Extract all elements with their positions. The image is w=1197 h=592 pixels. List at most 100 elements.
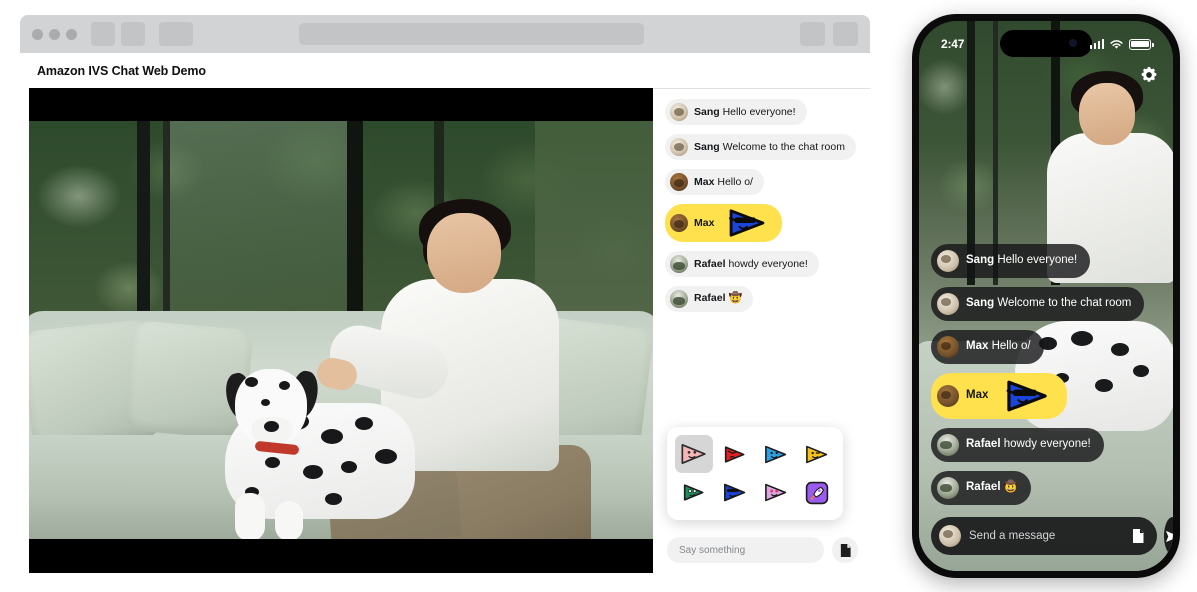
avatar [670, 255, 688, 273]
sticker-option-blue-sunglasses-play[interactable] [716, 474, 754, 512]
cellular-bars-icon [1089, 39, 1104, 49]
chat-message: Sang Hello everyone! [931, 244, 1091, 278]
chat-message-sticker: Max [665, 204, 783, 242]
chat-message-user: Max [694, 216, 715, 229]
window-close-button[interactable] [32, 28, 43, 40]
sticker-option-purple-rocket[interactable] [798, 474, 836, 512]
chat-message-user: Rafael [694, 257, 726, 270]
chat-message-user: Sang [966, 254, 995, 267]
chat-message-text: Max [694, 217, 714, 230]
sticker-option-green-money-play[interactable] [675, 474, 713, 512]
status-time: 2:47 [941, 37, 965, 51]
sticker-option-red-angry-play[interactable] [716, 435, 754, 473]
sticker-option-pink-smile-play[interactable] [674, 435, 713, 474]
phone-device: 2:47 Sang Hello everyone! Sang Welcome t… [912, 14, 1180, 578]
avatar [937, 336, 959, 358]
avatar [670, 214, 688, 232]
avatar [670, 290, 688, 308]
avatar [670, 103, 688, 121]
browser-extensions-button[interactable] [800, 22, 825, 46]
screenshot-root: Amazon IVS Chat Web Demo Sang Hello ever… [0, 0, 1197, 592]
phone-chat-composer [931, 517, 1173, 555]
chat-message-body: howdy everyone! [728, 257, 808, 270]
video-scene [29, 121, 653, 539]
dog-nose [264, 421, 279, 432]
chat-message-emoji: 🤠 [728, 292, 743, 305]
sticker-option-pink-hearts-play[interactable] [757, 474, 795, 512]
avatar [937, 385, 959, 407]
chat-message-list: Sang Hello everyone! Sang Welcome to the… [665, 99, 862, 312]
status-icons [1089, 38, 1154, 50]
browser-back-button[interactable] [91, 22, 115, 46]
video-column [20, 88, 653, 575]
chat-message-body: Hello o/ [717, 175, 753, 188]
sticker-picker-panel[interactable] [667, 427, 843, 520]
avatar [670, 173, 688, 191]
window-maximize-button[interactable] [66, 28, 77, 40]
chat-message: Sang Welcome to the chat room [931, 287, 1145, 321]
chat-message-user: Max [966, 389, 989, 402]
chat-message: Sang Hello everyone! [665, 99, 807, 125]
chat-message-emoji: 🤠 [1003, 481, 1019, 494]
blue-sunglasses-play-icon [1003, 379, 1051, 413]
chat-message-user: Sang [694, 140, 720, 153]
chat-message-text: Rafael howdy everyone! [966, 438, 1091, 451]
avatar [939, 525, 961, 547]
gear-icon [1141, 67, 1157, 82]
address-bar[interactable] [299, 23, 644, 45]
browser-tab[interactable] [159, 22, 193, 46]
sticker-document-icon [840, 543, 851, 557]
browser-forward-button[interactable] [121, 22, 145, 46]
browser-menu-button[interactable] [833, 22, 858, 46]
chat-message-text: Sang Welcome to the chat room [966, 297, 1131, 310]
chat-message-user: Rafael [966, 481, 1001, 494]
chat-composer [667, 537, 858, 563]
person-head [427, 213, 501, 293]
sticker-option-yellow-wink-play[interactable] [798, 435, 836, 473]
chat-message-user: Sang [966, 297, 995, 310]
chat-message-body: Welcome to the chat room [722, 140, 845, 153]
chat-message: Max Hello o/ [665, 169, 764, 195]
letterbox-bottom [29, 539, 653, 573]
window-minimize-button[interactable] [49, 28, 60, 40]
phone-screen: 2:47 Sang Hello everyone! Sang Welcome t… [919, 21, 1173, 571]
wifi-icon [1110, 39, 1123, 49]
chat-message: Sang Welcome to the chat room [665, 134, 856, 160]
chat-message-text: Sang Hello everyone! [966, 254, 1077, 267]
chat-message-text: Rafael howdy everyone! [694, 258, 808, 271]
chat-message-text: Rafael 🤠 [966, 481, 1018, 494]
chat-message-sticker: Max [931, 373, 1068, 419]
browser-chrome-bar [20, 15, 870, 53]
person-head [1079, 83, 1135, 145]
gear-icon-button[interactable] [1139, 65, 1159, 85]
chat-message: Rafael 🤠 [665, 286, 754, 312]
dog-leg [235, 493, 265, 539]
chat-message-body: Hello everyone! [997, 254, 1078, 267]
avatar [937, 477, 959, 499]
chat-message-body: Hello everyone! [722, 105, 796, 118]
battery-full-icon [1129, 38, 1154, 50]
chat-message-body: howdy everyone! [1003, 438, 1091, 451]
chat-message-user: Rafael [966, 438, 1001, 451]
chat-message: Rafael howdy everyone! [665, 251, 819, 277]
phone-message-input-wrap[interactable] [931, 517, 1157, 555]
sticker-document-icon-button[interactable] [832, 537, 858, 563]
chat-message-user: Sang [694, 105, 720, 118]
chat-message-user: Rafael [694, 292, 726, 305]
phone-status-bar: 2:47 [919, 33, 1173, 55]
page-title: Amazon IVS Chat Web Demo [37, 64, 206, 78]
sticker-option-blue-happy-play[interactable] [757, 435, 795, 473]
send-arrow-icon [1165, 530, 1173, 542]
chat-message-text: Max Hello o/ [694, 176, 753, 189]
sticker-document-icon[interactable] [1131, 528, 1145, 544]
message-input[interactable] [667, 537, 824, 563]
avatar [670, 138, 688, 156]
chat-message-text: Max [966, 389, 988, 402]
video-player[interactable] [29, 88, 653, 573]
avatar [937, 293, 959, 315]
video-frame [29, 121, 653, 539]
chat-message-text: Sang Welcome to the chat room [694, 141, 845, 154]
phone-chat-message-list: Sang Hello everyone! Sang Welcome to the… [931, 244, 1161, 505]
phone-message-input[interactable] [969, 530, 1123, 542]
avatar [937, 434, 959, 456]
